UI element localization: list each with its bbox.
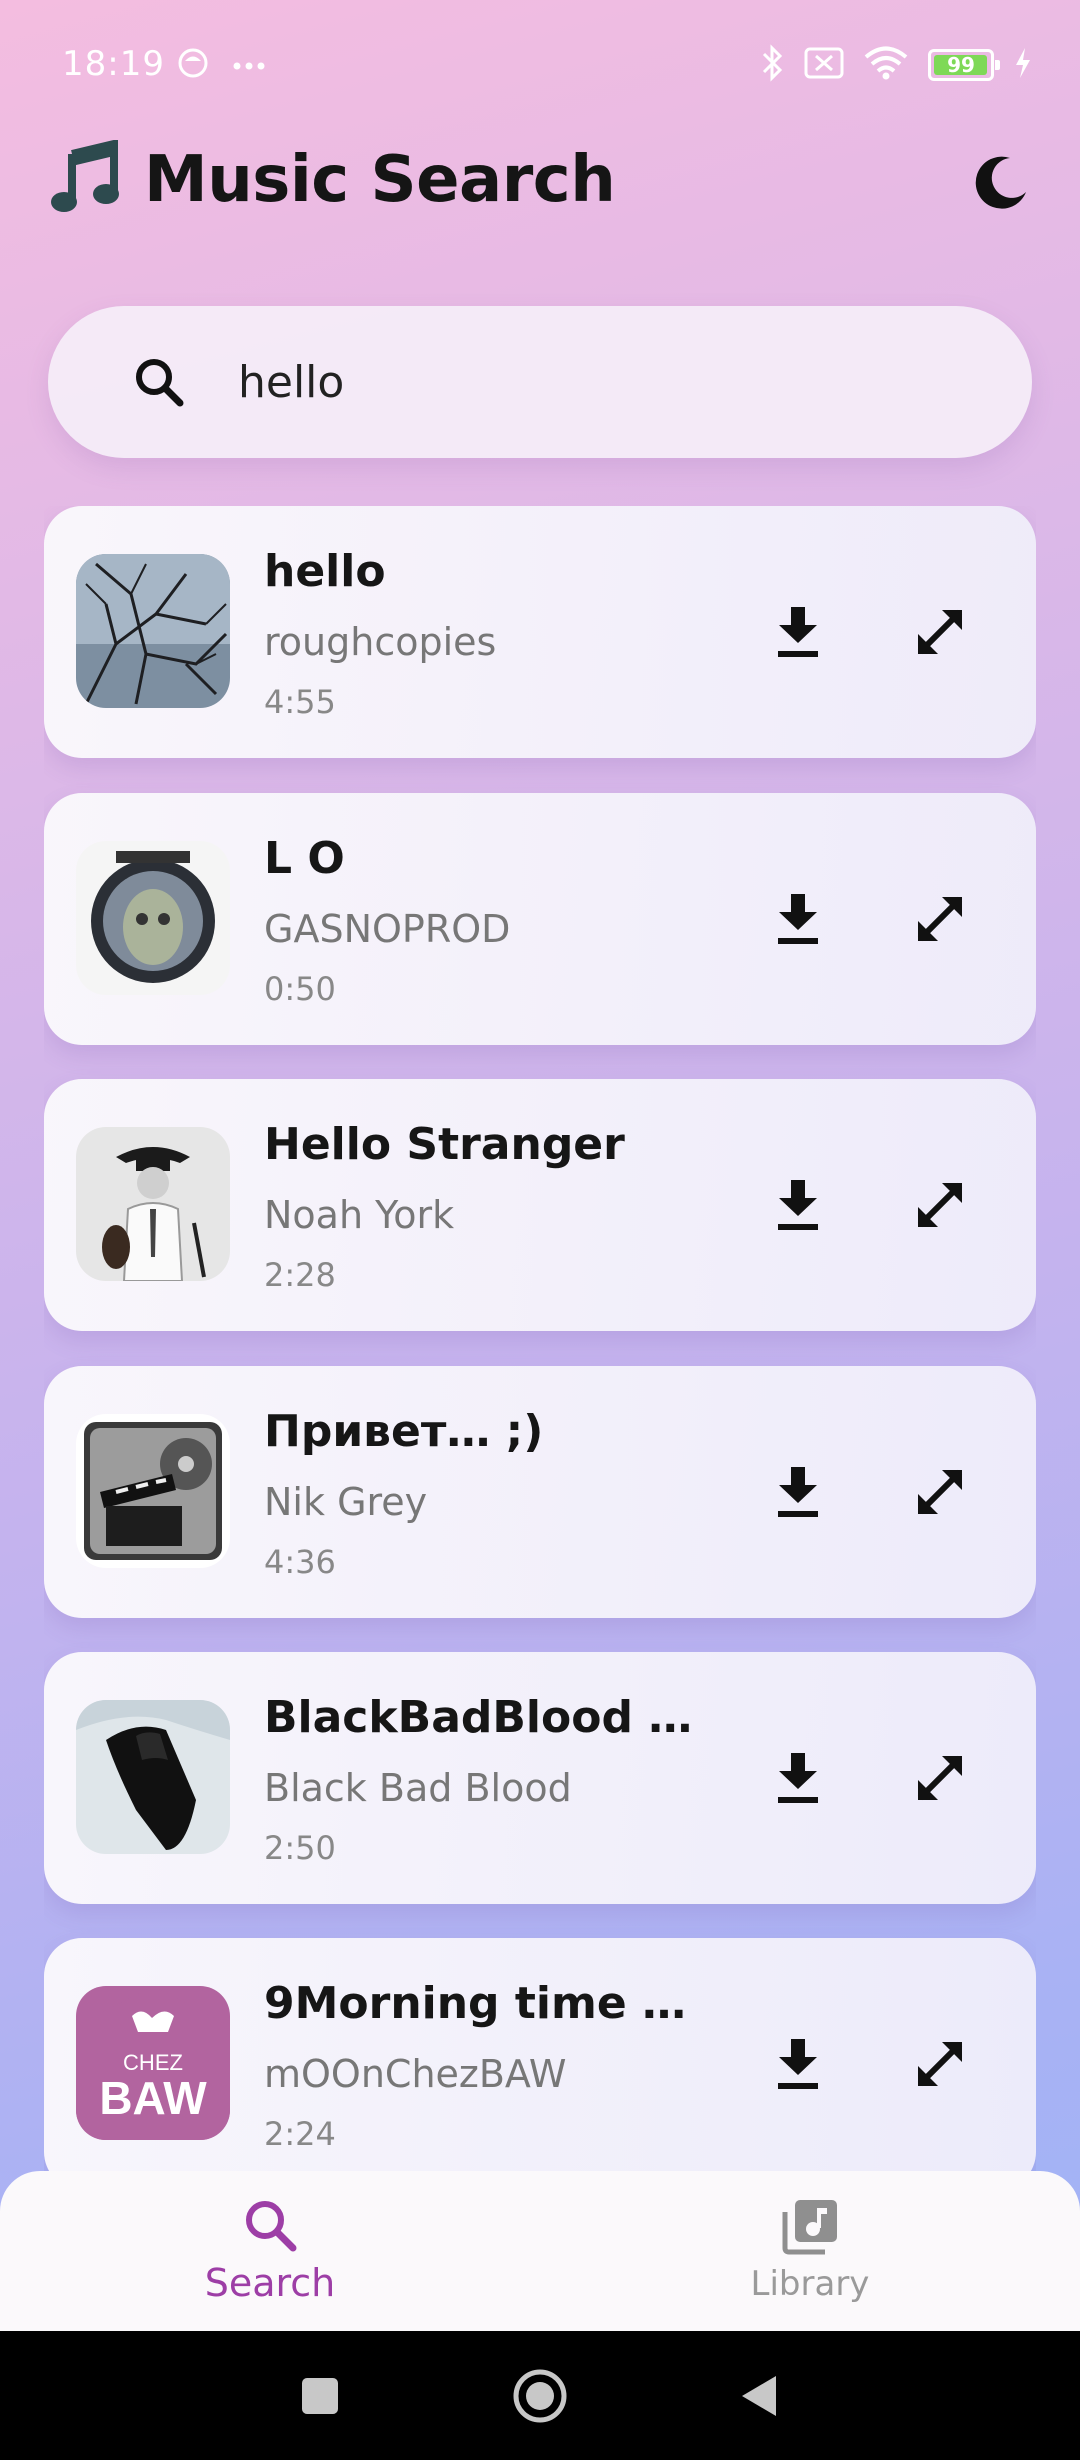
- track-duration: 2:28: [264, 1256, 336, 1294]
- track-info: Привет… ;) Nik Grey 4:36: [264, 1402, 704, 1584]
- track-info: L O GASNOPROD 0:50: [264, 829, 704, 1011]
- more-dots-icon: [232, 56, 266, 75]
- track-artist: GASNOPROD: [264, 907, 511, 951]
- download-button[interactable]: [762, 2028, 834, 2100]
- music-note-icon: [50, 138, 120, 220]
- nav-item-search[interactable]: Search: [0, 2171, 540, 2331]
- track-duration: 2:24: [264, 2115, 336, 2153]
- track-info: BlackBadBlood - … Black Bad Blood 2:50: [264, 1688, 704, 1870]
- expand-icon: [917, 1469, 963, 1515]
- battery-icon: 99: [928, 49, 1000, 81]
- search-icon: [246, 2201, 297, 2252]
- bluetooth-icon: [760, 44, 784, 86]
- expand-button[interactable]: [904, 1169, 976, 1241]
- expand-icon: [917, 2041, 963, 2087]
- system-navigation-bar: [0, 2331, 1080, 2460]
- expand-icon: [917, 1182, 963, 1228]
- result-card[interactable]: Привет… ;) Nik Grey 4:36: [44, 1366, 1036, 1618]
- result-card[interactable]: L O GASNOPROD 0:50: [44, 793, 1036, 1045]
- app-header: Music Search: [0, 130, 1080, 280]
- home-circle-icon: [513, 2369, 567, 2422]
- track-duration: 2:50: [264, 1829, 336, 1867]
- nav-label-library: Library: [750, 2264, 870, 2304]
- expand-icon: [917, 1755, 963, 1801]
- download-button[interactable]: [762, 1456, 834, 1528]
- result-card[interactable]: Hello Stranger Noah York 2:28: [44, 1079, 1036, 1331]
- expand-button[interactable]: [904, 1456, 976, 1528]
- square-icon: [302, 2377, 338, 2414]
- expand-button[interactable]: [904, 883, 976, 955]
- recent-apps-button[interactable]: [285, 2361, 355, 2431]
- status-right-icons: 99: [760, 44, 1032, 86]
- back-triangle-icon: [742, 2375, 776, 2416]
- download-button[interactable]: [762, 596, 834, 668]
- library-music-icon: [782, 2200, 837, 2255]
- track-title: L O: [264, 833, 345, 884]
- moon-icon: [974, 154, 1030, 214]
- track-title: BlackBadBlood - …: [264, 1692, 704, 1743]
- album-art-thumbnail: [76, 554, 230, 708]
- album-art-thumbnail: [76, 1127, 230, 1281]
- expand-icon: [917, 896, 963, 942]
- track-duration: 4:55: [264, 683, 336, 721]
- track-info: 9Morning time m… mOOnChezBAW 2:24: [264, 1974, 704, 2156]
- download-button[interactable]: [762, 883, 834, 955]
- nav-label-search: Search: [204, 2261, 336, 2305]
- battery-level: 99: [947, 53, 975, 77]
- result-card[interactable]: BlackBadBlood - … Black Bad Blood 2:50: [44, 1652, 1036, 1904]
- track-artist: Noah York: [264, 1193, 455, 1237]
- track-artist: mOOnChezBAW: [264, 2052, 567, 2096]
- status-time: 18:19: [62, 44, 165, 84]
- results-list[interactable]: hello roughcopies 4:55 L O GASNOPROD 0:5…: [44, 506, 1036, 2171]
- track-artist: Nik Grey: [264, 1480, 428, 1524]
- track-title: Hello Stranger: [264, 1119, 625, 1170]
- svg-text:BAW: BAW: [99, 2072, 207, 2124]
- nav-item-library[interactable]: Library: [540, 2171, 1080, 2331]
- home-button[interactable]: [505, 2361, 575, 2431]
- track-artist: Black Bad Blood: [264, 1766, 572, 1810]
- download-icon: [778, 894, 818, 944]
- search-input[interactable]: [238, 356, 938, 408]
- result-card[interactable]: hello roughcopies 4:55: [44, 506, 1036, 758]
- download-icon: [778, 1753, 818, 1803]
- search-bar[interactable]: [48, 306, 1032, 458]
- track-info: hello roughcopies 4:55: [264, 542, 704, 724]
- expand-button[interactable]: [904, 596, 976, 668]
- download-button[interactable]: [762, 1742, 834, 1814]
- expand-button[interactable]: [904, 1742, 976, 1814]
- sim-off-icon: [804, 47, 844, 83]
- album-art-thumbnail: [76, 1414, 230, 1568]
- album-art-thumbnail: CHEZ BAW: [76, 1986, 230, 2140]
- album-art-thumbnail: [76, 1700, 230, 1854]
- download-button[interactable]: [762, 1169, 834, 1241]
- status-left-icons: [176, 46, 266, 84]
- wifi-icon: [864, 46, 908, 84]
- download-icon: [778, 1180, 818, 1230]
- result-card[interactable]: CHEZ BAW 9Morning time m… mOOnChezBAW 2:…: [44, 1938, 1036, 2171]
- track-title: 9Morning time m…: [264, 1978, 704, 2029]
- album-art-thumbnail: [76, 841, 230, 995]
- status-bar: 18:19 99: [0, 0, 1080, 130]
- expand-button[interactable]: [904, 2028, 976, 2100]
- track-duration: 4:36: [264, 1543, 336, 1581]
- track-title: hello: [264, 546, 386, 597]
- page-title: Music Search: [144, 143, 616, 217]
- track-duration: 0:50: [264, 970, 336, 1008]
- search-icon: [128, 351, 190, 413]
- download-icon: [778, 607, 818, 657]
- charging-icon: [1014, 48, 1032, 82]
- bottom-navigation: Search Library: [0, 2171, 1080, 2331]
- track-artist: roughcopies: [264, 620, 497, 664]
- download-icon: [778, 1467, 818, 1517]
- download-icon: [778, 2039, 818, 2089]
- theme-toggle-button[interactable]: [964, 146, 1040, 222]
- back-button[interactable]: [725, 2361, 795, 2431]
- track-title: Привет… ;): [264, 1406, 544, 1457]
- app-title-group: Music Search: [50, 138, 616, 220]
- face-icon: [176, 46, 210, 84]
- track-info: Hello Stranger Noah York 2:28: [264, 1115, 704, 1297]
- expand-icon: [917, 609, 963, 655]
